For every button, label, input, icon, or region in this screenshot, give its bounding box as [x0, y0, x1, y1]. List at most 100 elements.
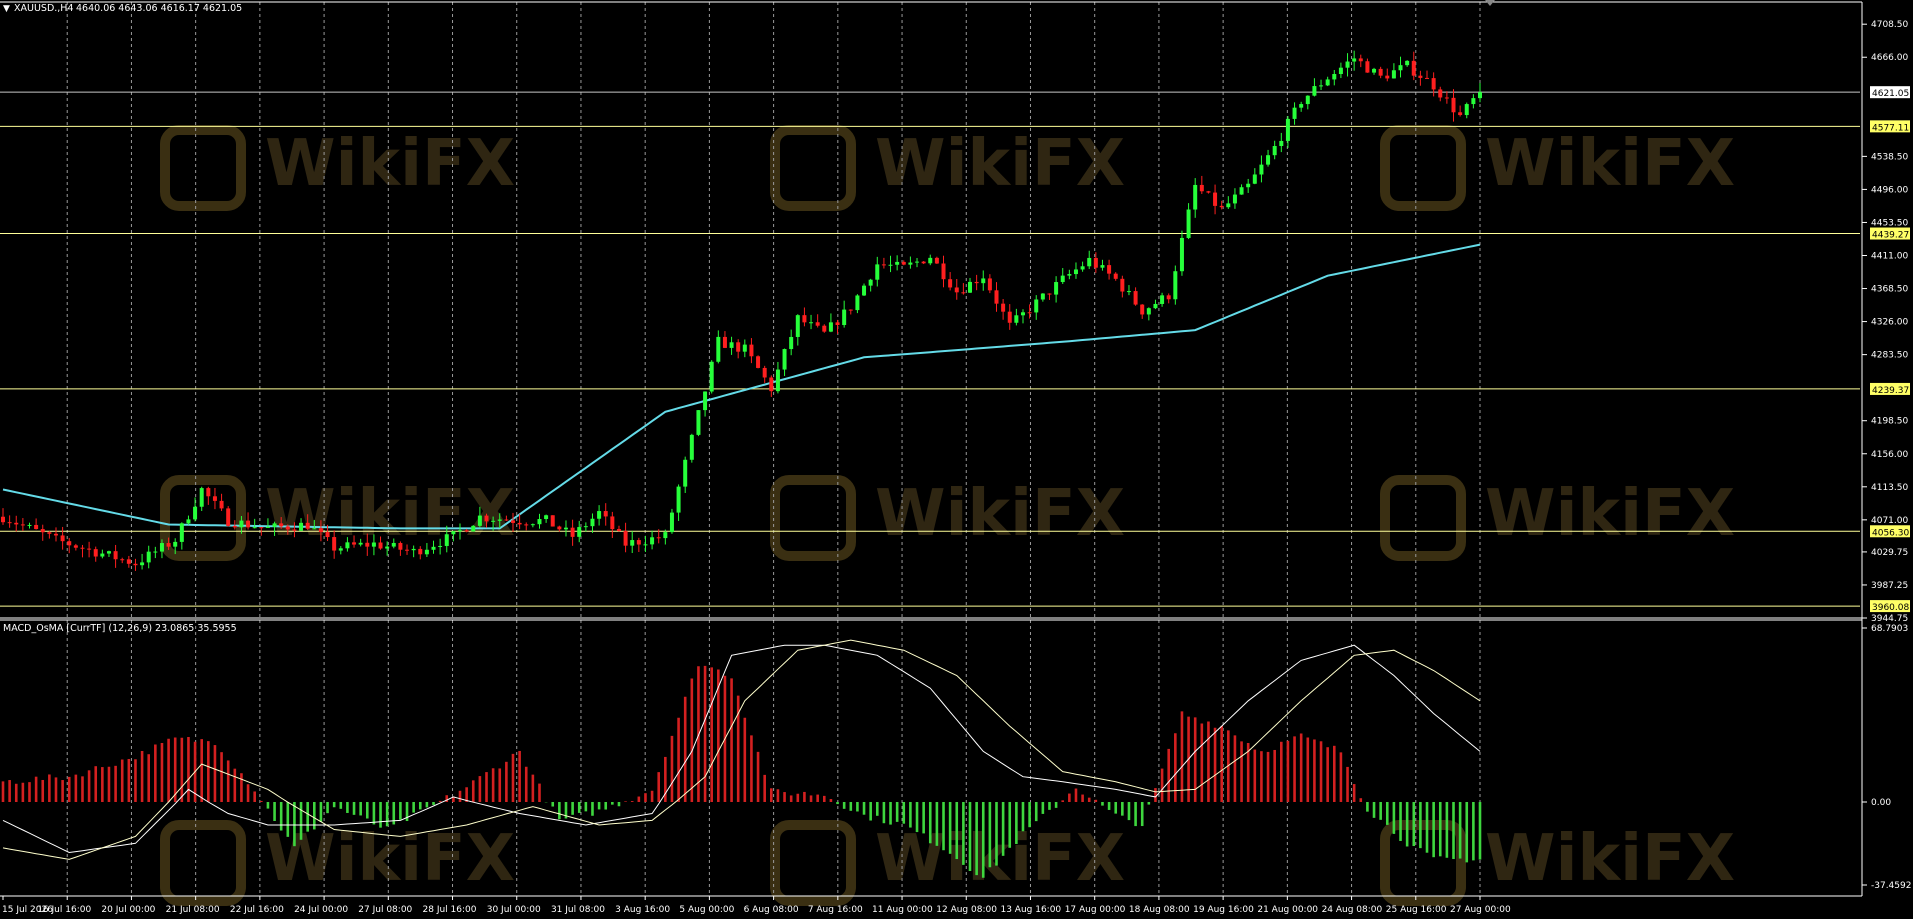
candle-body [1444, 97, 1449, 99]
watermark-logo [770, 820, 856, 906]
price-tick-label: 4283.50 [1871, 351, 1908, 361]
candle-body [246, 520, 251, 528]
candle-body [1120, 278, 1125, 292]
candle-body [497, 519, 502, 521]
candle-body [120, 559, 125, 561]
level-tag-label: 3960.08 [1872, 603, 1909, 613]
time-label: 21 Aug 00:00 [1257, 905, 1318, 915]
indicator-tick-label: 68.7903 [1871, 624, 1908, 634]
candle-body [1213, 192, 1218, 206]
trading-chart[interactable]: WikiFX WikiFX WikiFX WikiFX WikiFX WikiFX Wiki… [0, 0, 1913, 919]
time-label: 31 Jul 08:00 [551, 905, 605, 915]
candle-body [444, 534, 449, 546]
candle-body [908, 262, 913, 265]
candle-body [1047, 293, 1052, 295]
candle-body [93, 549, 98, 557]
candle-body [1166, 295, 1171, 300]
candle-body [842, 309, 847, 326]
candle-body [179, 523, 184, 542]
candle-body [1160, 295, 1165, 304]
watermark-text: WikiFX [875, 127, 1125, 201]
candle-body [550, 515, 555, 527]
candle-body [14, 522, 19, 525]
price-tick-label: 4198.50 [1871, 417, 1908, 427]
candle-body [1259, 164, 1264, 175]
candle-body [1034, 299, 1039, 313]
shift-marker-icon[interactable] [1485, 0, 1495, 6]
candle-body [1239, 187, 1244, 195]
candle-body [352, 542, 357, 545]
symbol-label: XAUUSD.,H4 [14, 3, 74, 14]
candle-body [1087, 257, 1092, 267]
candle-body [67, 541, 72, 546]
watermark-logo [160, 820, 246, 906]
candle-body [630, 540, 635, 546]
watermark-logo [160, 125, 246, 211]
watermark-logo [1380, 820, 1466, 906]
candle-body [398, 542, 403, 550]
candle-body [1246, 183, 1251, 188]
candle-body [590, 518, 595, 527]
candle-body [1266, 155, 1271, 165]
candle-body [1060, 275, 1065, 283]
candle-body [1027, 312, 1032, 314]
level-tag-label: 4056.30 [1872, 528, 1909, 538]
candle-body [868, 279, 873, 286]
candle-body [34, 524, 39, 530]
candle-body [391, 542, 396, 547]
candle-body [1385, 75, 1390, 79]
candle-body [530, 524, 535, 526]
candle-body [1438, 89, 1443, 98]
candle-body [438, 545, 443, 547]
candle-body [1398, 65, 1403, 71]
candle-body [206, 488, 211, 497]
watermark-logo [1380, 475, 1466, 561]
time-label: 27 Jul 08:00 [358, 905, 412, 915]
time-label: 13 Aug 16:00 [1000, 905, 1061, 915]
candle-body [133, 563, 138, 566]
candle-body [338, 548, 343, 551]
candle-body [968, 281, 973, 293]
candle-body [272, 523, 277, 527]
candle-body [305, 522, 310, 529]
candle-body [669, 512, 674, 533]
candle-body [405, 549, 410, 551]
time-label: 6 Aug 08:00 [744, 905, 799, 915]
candle-body [418, 548, 423, 555]
chart-menu-icon[interactable]: ▼ [3, 4, 10, 14]
candle-body [848, 309, 853, 311]
candle-body [544, 515, 549, 520]
candle-body [610, 516, 615, 530]
candle-body [1140, 304, 1145, 315]
candle-body [80, 547, 85, 549]
candle-body [1173, 271, 1178, 300]
candle-body [1, 516, 5, 523]
candle-body [464, 530, 469, 532]
time-label: 25 Aug 16:00 [1386, 905, 1447, 915]
price-tick-label: 4496.00 [1871, 185, 1908, 195]
candle-body [570, 527, 575, 537]
candle-body [252, 527, 257, 529]
candle-body [749, 344, 754, 357]
candle-body [1133, 291, 1138, 305]
candle-body [663, 532, 668, 539]
candle-body [1100, 265, 1105, 268]
candle-body [1292, 107, 1297, 119]
candle-body [862, 285, 867, 296]
candle-body [292, 529, 297, 531]
candle-body [232, 525, 237, 528]
candle-body [186, 519, 191, 524]
moving-average-line [2, 243, 1481, 530]
candle-body [285, 526, 290, 530]
candle-body [411, 548, 416, 551]
candle-body [365, 542, 370, 547]
candle-body [1411, 60, 1416, 76]
time-label: 28 Jul 16:00 [423, 905, 477, 915]
candle-body [1107, 265, 1112, 274]
candle-body [1458, 112, 1463, 116]
candle-body [703, 391, 708, 411]
candle-body [47, 532, 52, 534]
candle-body [987, 278, 992, 291]
candle-body [358, 542, 363, 545]
current-price-label: 4621.05 [1872, 89, 1909, 99]
